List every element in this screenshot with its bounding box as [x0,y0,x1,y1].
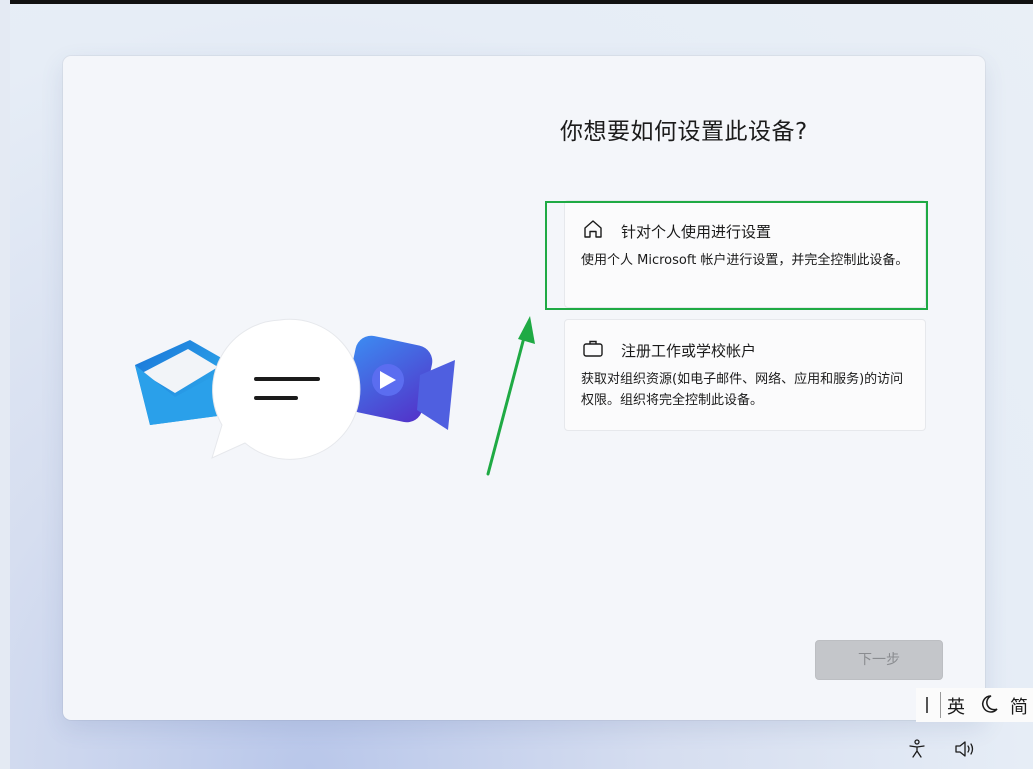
accessibility-icon[interactable] [906,738,928,760]
top-edge [0,0,1033,4]
option-work-school-description: 获取对组织资源(如电子邮件、网络、应用和服务)的访问权限。组织将完全控制此设备。 [581,372,904,408]
chat-bubble-icon [211,318,361,460]
moon-icon[interactable] [978,693,1000,715]
highlight-annotation [545,201,928,310]
illustration [135,318,455,460]
option-work-school[interactable]: 注册工作或学校帐户 获取对组织资源(如电子邮件、网络、应用和服务)的访问权限。组… [564,319,926,431]
volume-icon[interactable] [954,740,976,758]
ime-handle[interactable] [926,697,928,713]
page-title: 你想要如何设置此设备? [560,119,808,145]
left-edge [0,0,10,769]
briefcase-icon [583,340,603,357]
next-button[interactable]: 下一步 [815,640,943,680]
ime-language-toggle[interactable]: 英 [947,693,965,719]
ime-toolbar: 英 简 [916,688,1033,722]
option-work-school-title: 注册工作或学校帐户 [621,342,757,360]
arrow-annotation [486,316,535,476]
mail-icon [135,340,225,425]
ime-script-toggle[interactable]: 简 [1010,693,1028,719]
ime-divider [940,692,941,718]
